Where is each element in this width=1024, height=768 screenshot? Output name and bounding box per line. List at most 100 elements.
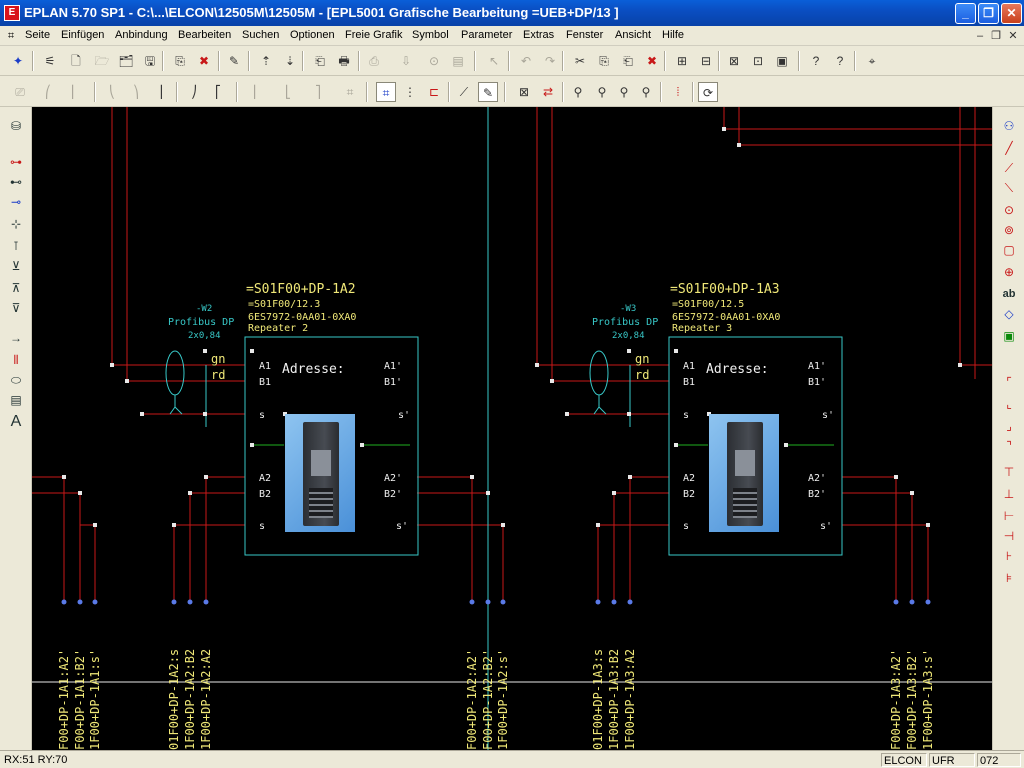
- text-draw-icon[interactable]: ab: [999, 285, 1019, 303]
- menu-seite[interactable]: Seite: [25, 29, 50, 41]
- repeater-photo-1[interactable]: [285, 414, 355, 532]
- copy-page-icon[interactable]: ⎘: [170, 51, 190, 71]
- cross-icon[interactable]: ⊧: [999, 569, 1019, 587]
- junction-icon[interactable]: ⊦: [999, 547, 1019, 565]
- corner-bl-icon[interactable]: ⌞: [999, 395, 1019, 413]
- device-2-name[interactable]: =S01F00+DP-1A3: [670, 282, 780, 297]
- open-folder-icon[interactable]: 🗂: [116, 51, 136, 71]
- frame-select-icon[interactable]: ⊹: [6, 215, 26, 233]
- corner-br-icon[interactable]: ⌟: [999, 417, 1019, 435]
- tee-left-icon[interactable]: ⊣: [999, 527, 1019, 545]
- diamond-icon[interactable]: ◇: [999, 305, 1019, 323]
- device-1-name[interactable]: =S01F00+DP-1A2: [246, 282, 356, 297]
- corner-tl-icon[interactable]: ⌜: [999, 373, 1019, 391]
- arc-icon[interactable]: ⊚: [999, 221, 1019, 239]
- ellipse-icon[interactable]: ⬭: [6, 371, 26, 389]
- print-icon[interactable]: 🖶: [334, 51, 354, 71]
- grid-dots-icon[interactable]: ⋮: [400, 82, 420, 102]
- pen-icon[interactable]: ✎: [478, 82, 498, 102]
- remove-column-icon[interactable]: ⊟: [696, 51, 716, 71]
- page-tree-icon[interactable]: ⚟: [40, 51, 60, 71]
- edit-page-icon[interactable]: ✎: [224, 51, 244, 71]
- zoom-in-icon[interactable]: ⚲: [592, 82, 612, 102]
- page-up-icon[interactable]: ⇡: [256, 51, 276, 71]
- close-button[interactable]: ✕: [1001, 3, 1022, 24]
- help-icon[interactable]: ?: [806, 51, 826, 71]
- polyline-icon[interactable]: ⟋: [999, 159, 1019, 177]
- page-properties-icon[interactable]: ⎗: [310, 51, 330, 71]
- text-icon[interactable]: A: [6, 413, 26, 431]
- tee-up-icon[interactable]: ⊥: [999, 485, 1019, 503]
- menu-symbol[interactable]: Symbol: [412, 29, 449, 41]
- ortho-icon[interactable]: ⊏: [424, 82, 444, 102]
- tree-icon[interactable]: ⊶: [6, 153, 26, 171]
- cable-icon[interactable]: ⎤: [308, 82, 328, 102]
- zoom-icon[interactable]: ⚲: [568, 82, 588, 102]
- cart-icon[interactable]: ⊸: [6, 193, 26, 211]
- corner-tr-icon[interactable]: ⌝: [999, 437, 1019, 455]
- symbol-icon[interactable]: ⎚: [10, 82, 30, 102]
- redo-icon[interactable]: ↷: [540, 51, 560, 71]
- zoom-all-icon[interactable]: ⚲: [636, 82, 656, 102]
- menu-einfuegen[interactable]: Einfügen: [61, 29, 104, 41]
- macro-icon[interactable]: ⊠: [724, 51, 744, 71]
- grid-snap-icon[interactable]: ⌗: [376, 82, 396, 102]
- potential-icon[interactable]: ⌗: [340, 82, 360, 102]
- ellipse-draw-icon[interactable]: ⊕: [999, 263, 1019, 281]
- line-icon[interactable]: ╱: [999, 139, 1019, 157]
- connection-icon[interactable]: ⎝: [102, 82, 122, 102]
- parallel-icon[interactable]: ⫴: [6, 351, 26, 369]
- symbol-edit-icon[interactable]: ⎛: [38, 82, 58, 102]
- circle-icon[interactable]: ⊙: [999, 201, 1019, 219]
- menu-suchen[interactable]: Suchen: [242, 29, 279, 41]
- undo-icon[interactable]: ↶: [516, 51, 536, 71]
- insert-column-icon[interactable]: ⊞: [672, 51, 692, 71]
- copy-icon[interactable]: ⎘: [594, 51, 614, 71]
- draw-line-icon[interactable]: ⟋: [454, 82, 474, 102]
- menu-fenster[interactable]: Fenster: [566, 29, 603, 41]
- image-icon[interactable]: ▣: [999, 327, 1019, 345]
- menu-hilfe[interactable]: Hilfe: [662, 29, 684, 41]
- rectangle-icon[interactable]: ▢: [999, 241, 1019, 259]
- binoculars-icon[interactable]: ⛁: [6, 117, 26, 135]
- menu-parameter[interactable]: Parameter: [461, 29, 512, 41]
- export-icon[interactable]: ⎙: [364, 51, 384, 71]
- box-select-icon[interactable]: ⊺: [6, 237, 26, 255]
- import-icon[interactable]: ⇩: [396, 51, 416, 71]
- menu-ansicht[interactable]: Ansicht: [615, 29, 651, 41]
- link-icon[interactable]: ⚇: [999, 117, 1019, 135]
- symbol-copy-icon[interactable]: ⎜: [64, 82, 84, 102]
- cut-icon[interactable]: ✂: [570, 51, 590, 71]
- minimize-button[interactable]: _: [955, 3, 976, 24]
- project-icon[interactable]: ✦: [8, 51, 28, 71]
- paste-icon[interactable]: ⎗: [618, 51, 638, 71]
- list-icon[interactable]: ▤: [448, 51, 468, 71]
- frame-icon[interactable]: ▣: [772, 51, 792, 71]
- cable-1-name[interactable]: -W2: [196, 304, 212, 314]
- schematic-canvas[interactable]: =S01F00+DP-1A2 =S01F00/12.3 6ES7972-0AA0…: [32, 107, 992, 750]
- delete-page-icon[interactable]: ✖: [194, 51, 214, 71]
- eplan-app-icon[interactable]: E: [4, 5, 20, 21]
- page-down-icon[interactable]: ⇣: [280, 51, 300, 71]
- connect-icon[interactable]: ⊷: [6, 173, 26, 191]
- menu-bearbeiten[interactable]: Bearbeiten: [178, 29, 231, 41]
- group-icon[interactable]: ⊻: [6, 257, 26, 275]
- cable-2-name[interactable]: -W3: [620, 304, 636, 314]
- tee-down-icon[interactable]: ⊤: [999, 463, 1019, 481]
- open-page-icon[interactable]: 🗁: [92, 51, 112, 71]
- select-icon[interactable]: ↖: [484, 51, 504, 71]
- cross-ref-icon[interactable]: ⎟: [150, 82, 170, 102]
- table-icon[interactable]: ▤: [6, 391, 26, 409]
- contact-icon[interactable]: ⎞: [126, 82, 146, 102]
- save-page-icon[interactable]: 🖫: [140, 51, 160, 71]
- device-icon[interactable]: ⎠: [184, 82, 204, 102]
- mdi-minimize-button[interactable]: –: [972, 28, 988, 44]
- arrow-icon[interactable]: →: [6, 329, 26, 347]
- zigzag-icon[interactable]: ⟍: [999, 179, 1019, 197]
- menu-optionen[interactable]: Optionen: [290, 29, 335, 41]
- window-icon[interactable]: ⊡: [748, 51, 768, 71]
- swap-icon[interactable]: ⇄: [538, 82, 558, 102]
- mdi-restore-button[interactable]: ❐: [988, 28, 1004, 44]
- terminal-icon[interactable]: ⎢: [246, 82, 266, 102]
- target-icon[interactable]: ⊙: [424, 51, 444, 71]
